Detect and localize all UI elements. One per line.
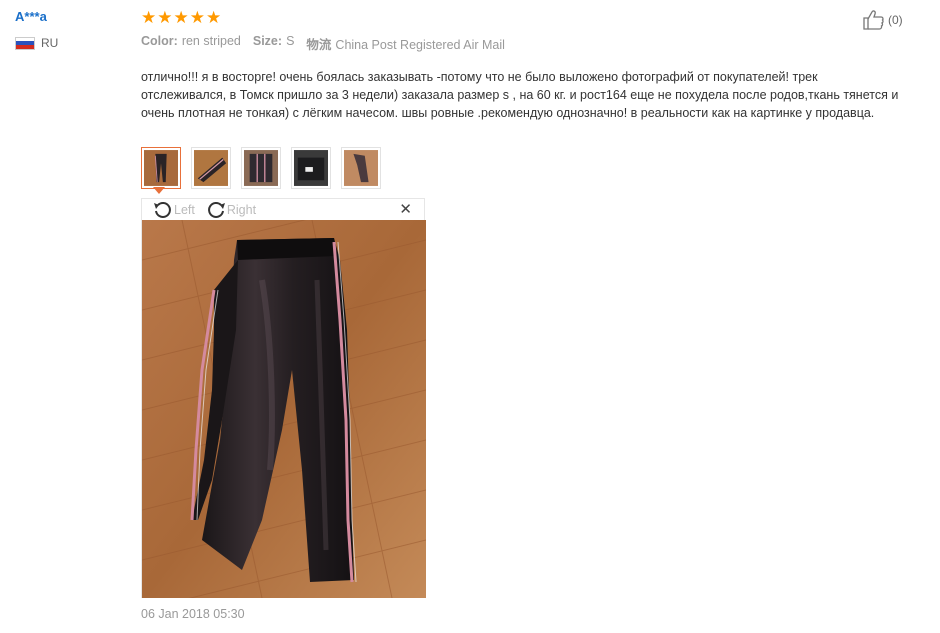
thumbnail-3[interactable]: [241, 147, 281, 189]
buyer-info: A***a RU: [15, 9, 58, 50]
size-detail: Size: S: [253, 34, 295, 53]
image-viewer: Left Right ✕: [141, 198, 426, 598]
size-value: S: [286, 34, 295, 48]
review-photo: [142, 220, 426, 598]
rotate-left-button[interactable]: Left: [152, 200, 195, 220]
helpful-button[interactable]: (0): [862, 9, 903, 31]
rotate-left-label: Left: [174, 202, 195, 217]
shipping-detail: 物流 China Post Registered Air Mail: [306, 34, 505, 53]
color-label: Color:: [141, 34, 178, 48]
russia-flag-icon: [15, 36, 35, 50]
thumbnail-4[interactable]: [291, 147, 331, 189]
star-icon: ★: [141, 8, 157, 27]
star-icon: ★: [173, 8, 189, 27]
color-value: ren striped: [181, 34, 241, 48]
buyer-country: RU: [15, 36, 58, 50]
thumbnail-image: [244, 150, 278, 186]
buyer-name: A***a: [15, 9, 47, 24]
star-icon: ★: [189, 8, 205, 27]
color-detail: Color: ren striped: [141, 34, 241, 53]
rotate-right-label: Right: [226, 202, 257, 217]
star-rating: ★ ★ ★ ★ ★: [141, 9, 911, 26]
rotate-right-button[interactable]: Right: [205, 200, 256, 220]
viewer-toolbar: Left Right ✕: [142, 199, 424, 220]
country-code: RU: [41, 36, 59, 50]
thumbnail-5[interactable]: [341, 147, 381, 189]
star-icon: ★: [157, 8, 173, 27]
thumbnail-1[interactable]: [141, 147, 181, 189]
size-label: Size:: [252, 34, 283, 48]
star-icon: ★: [206, 8, 222, 27]
photo-thumbnails: [141, 147, 381, 189]
review-header: ★ ★ ★ ★ ★ Color: ren striped Size: S 物流 Chi…: [141, 9, 911, 53]
order-details: Color: ren striped Size: S 物流 China Post Re…: [141, 34, 911, 53]
helpful-count: (0): [888, 13, 903, 27]
thumbnail-image: [194, 150, 228, 186]
review-date: 06 Jan 2018 05:30: [141, 607, 245, 621]
thumbnail-image: [144, 150, 178, 186]
close-icon[interactable]: ✕: [399, 202, 412, 217]
thumbnail-image: [344, 150, 378, 186]
thumbs-up-icon: [863, 10, 884, 30]
shipping-value: China Post Registered Air Mail: [335, 38, 505, 52]
rotate-left-icon: [154, 201, 171, 218]
review-text: отлично!!! я в восторге! очень боялась з…: [141, 70, 899, 120]
thumbnail-2[interactable]: [191, 147, 231, 189]
shipping-label: 物流: [306, 38, 332, 52]
active-thumbnail-indicator: [153, 187, 165, 194]
rotate-right-icon: [208, 201, 225, 218]
thumbnail-image: [294, 150, 328, 186]
